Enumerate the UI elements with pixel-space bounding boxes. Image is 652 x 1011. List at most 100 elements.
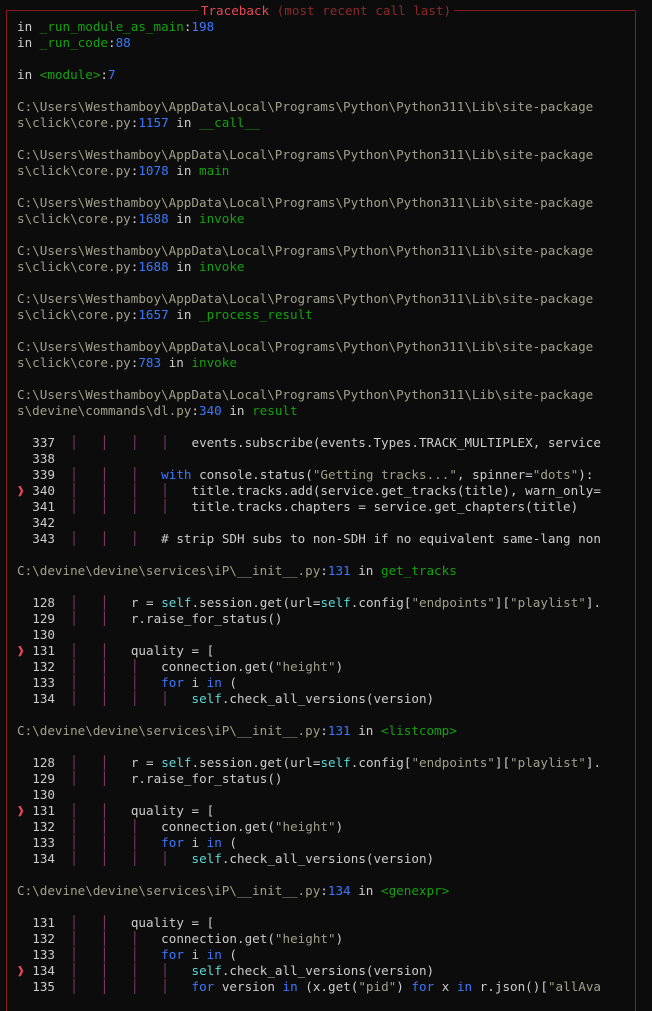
frame-lineno: 88: [115, 35, 131, 50]
code-lineno: 135: [32, 979, 55, 994]
code-line: 129 │ │ r.raise_for_status(): [17, 771, 627, 787]
code-token: title.tracks.chapters = service.get_chap…: [191, 499, 579, 514]
code-token: ): [396, 979, 412, 994]
code-line: 132 │ │ │ connection.get("height"): [17, 659, 627, 675]
code-lineno: 134: [32, 851, 55, 866]
code-spacer: [55, 467, 70, 482]
frame-function: main: [199, 163, 230, 178]
code-token: "height": [274, 819, 336, 834]
code-line: 131 │ │ quality = [: [17, 915, 627, 931]
frame-lineno: 1688: [138, 259, 169, 274]
code-line: 343 │ │ │ # strip SDH subs to non-SDH if…: [17, 531, 627, 547]
code-token: for: [161, 835, 184, 850]
code-token: self: [191, 851, 222, 866]
code-lineno: 133: [32, 947, 55, 962]
code-token: "pid": [358, 979, 397, 994]
code-line: 341 │ │ │ │ title.tracks.chapters = serv…: [17, 499, 627, 515]
code-token: ][: [494, 755, 511, 770]
frame-path: C:\Users\Westhamboy\AppData\Local\Progra…: [17, 387, 594, 402]
frame-lineno: 1078: [138, 163, 169, 178]
indent-guides: │ │ │: [70, 947, 162, 962]
indent-guides: │ │: [70, 643, 131, 658]
code-token: ][: [494, 595, 511, 610]
frame-path: C:\Users\Westhamboy\AppData\Local\Progra…: [17, 339, 594, 354]
indent-guides: │ │ │: [70, 659, 162, 674]
code-lineno: 133: [32, 835, 55, 850]
code-lineno: 128: [32, 755, 55, 770]
code-spacer: [55, 643, 70, 658]
frame-function: result: [252, 403, 298, 418]
frame-header-line: C:\devine\devine\services\iP\__init__.py…: [17, 883, 627, 899]
frame-path: s\click\core.py: [17, 163, 131, 178]
frame-path: C:\Users\Westhamboy\AppData\Local\Progra…: [17, 291, 594, 306]
code-spacer: [55, 931, 70, 946]
indent-guides: │ │ │: [70, 819, 162, 834]
frame-path-line: C:\Users\Westhamboy\AppData\Local\Progra…: [17, 147, 627, 163]
code-lineno: 343: [32, 531, 55, 546]
code-line: 128 │ │ r = self.session.get(url=self.co…: [17, 595, 627, 611]
code-spacer: [55, 659, 70, 674]
code-line: 133 │ │ │ for i in (: [17, 947, 627, 963]
code-token: r.raise_for_status(): [130, 611, 283, 626]
code-token: ):: [578, 467, 594, 482]
code-token: console.status(: [191, 467, 313, 482]
code-token: "playlist": [510, 595, 586, 610]
indent-guides: │ │ │: [70, 467, 162, 482]
code-token: ): [335, 659, 344, 674]
code-token: # strip SDH subs to non-SDH if no equiva…: [161, 531, 601, 546]
indent-guides: │ │ │ │: [70, 851, 192, 866]
code-token: with: [161, 467, 192, 482]
code-token: (: [221, 675, 238, 690]
code-token: connection.get(: [161, 819, 275, 834]
code-lineno: 341: [32, 499, 55, 514]
frame-lineno: 131: [327, 563, 351, 578]
frame-path: C:\Users\Westhamboy\AppData\Local\Progra…: [17, 99, 594, 114]
code-token: "endpoints": [411, 755, 495, 770]
frame-in: in: [168, 115, 200, 130]
frame-path-line: C:\Users\Westhamboy\AppData\Local\Progra…: [17, 339, 627, 355]
frame-header-line: C:\devine\devine\services\iP\__init__.py…: [17, 563, 627, 579]
code-line: ❱ 134 │ │ │ │ self.check_all_versions(ver…: [17, 963, 627, 979]
indent-guides: │ │: [70, 611, 131, 626]
code-spacer: [55, 531, 70, 546]
code-lineno: 339: [32, 467, 55, 482]
indent-guides: │ │ │ │: [70, 499, 192, 514]
frame-lineno: 134: [327, 883, 351, 898]
code-lineno: 132: [32, 659, 55, 674]
code-spacer: [55, 851, 70, 866]
frame-in: in: [161, 355, 192, 370]
code-line: 133 │ │ │ for i in (: [17, 835, 627, 851]
code-line: 339 │ │ │ with console.status("Getting t…: [17, 467, 627, 483]
code-line: ❱ 131 │ │ quality = [: [17, 643, 627, 659]
frame-lineno: 7: [108, 67, 116, 82]
code-line: 129 │ │ r.raise_for_status(): [17, 611, 627, 627]
code-line: 342: [17, 515, 627, 531]
frame-function: <listcomp>: [380, 723, 457, 738]
code-spacer: [55, 755, 70, 770]
frame-path-line: s\click\core.py:1078 in main: [17, 163, 627, 179]
code-spacer: [55, 515, 70, 530]
code-token: self: [161, 755, 192, 770]
code-spacer: [55, 691, 70, 706]
frame-line: in _run_module_as_main:198: [17, 19, 215, 34]
code-token: "endpoints": [411, 595, 495, 610]
code-snippet: 128 │ │ r = self.session.get(url=self.co…: [17, 595, 627, 707]
frame-in: in: [168, 211, 200, 226]
code-line: 337 │ │ │ │ events.subscribe(events.Type…: [17, 435, 627, 451]
frame-path: C:\devine\devine\services\iP\__init__.py: [17, 883, 321, 898]
frame-path: C:\Users\Westhamboy\AppData\Local\Progra…: [17, 243, 594, 258]
frame-lineno: 131: [327, 723, 351, 738]
code-token: for: [161, 947, 184, 962]
indent-guides: │ │ │: [70, 835, 162, 850]
code-token: r.json()[: [472, 979, 548, 994]
code-token: self: [320, 595, 351, 610]
path-frames: C:\Users\Westhamboy\AppData\Local\Progra…: [17, 99, 627, 435]
frame-path-line: C:\Users\Westhamboy\AppData\Local\Progra…: [17, 243, 627, 259]
code-lineno: 338: [32, 451, 55, 466]
code-lineno: 131: [32, 915, 55, 930]
code-lineno: 130: [32, 787, 55, 802]
frame-path-line: s\click\core.py:1157 in __call__: [17, 115, 627, 131]
frame-lineno: 198: [191, 19, 215, 34]
code-spacer: [55, 675, 70, 690]
code-line: 130: [17, 787, 627, 803]
